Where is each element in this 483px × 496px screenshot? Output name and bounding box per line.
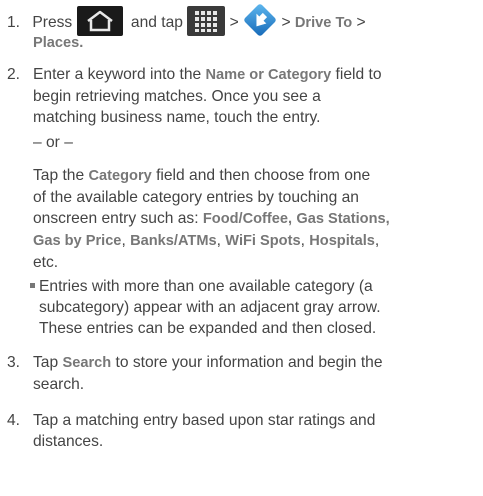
step-line: Enter a keyword into the Name or Categor…: [33, 64, 477, 86]
step-text: and tap: [130, 14, 183, 32]
home-icon: [76, 6, 123, 36]
step-text: to store your information and begin the: [111, 354, 383, 371]
step-line: Tap Search to store your information and…: [33, 352, 477, 374]
drive-to-label: Drive To: [294, 15, 353, 32]
step-4: 4. Tap a matching entry based upon star …: [7, 410, 477, 452]
instruction-page: 1. Press and tap > > Drive To > Places. …: [0, 0, 483, 496]
step-line: Tap the Category field and then choose f…: [33, 165, 477, 187]
places-label: Places.: [33, 35, 84, 51]
separator: >: [281, 14, 295, 32]
step-line: etc.: [33, 254, 59, 271]
navigation-app-icon: [243, 3, 277, 37]
category-wifi-spots: WiFi Spots: [225, 233, 301, 249]
step-text: Enter a keyword into the: [33, 66, 206, 83]
step-2-alternative: Tap the Category field and then choose f…: [7, 165, 477, 273]
step-line: search.: [33, 376, 85, 393]
step-text: field to: [331, 66, 382, 83]
step-text: Tap the: [33, 167, 89, 184]
separator: ,: [300, 232, 310, 249]
category-food-coffee: Food/Coffee,: [202, 211, 293, 227]
separator: >: [352, 14, 366, 32]
step-text: Tap: [33, 354, 63, 371]
bullet-text: Entries with more than one available cat…: [39, 278, 373, 295]
category-gas-stations: Gas Stations,: [296, 211, 390, 227]
bullet-line: subcategory) appear with an adjacent gra…: [39, 299, 381, 316]
separator: >: [229, 14, 239, 32]
bullet-line: Entries with more than one available cat…: [30, 276, 480, 297]
bullet-square-icon: [30, 282, 35, 288]
category-gas-by-price: Gas by Price: [33, 233, 122, 249]
places-label-line: Places.: [33, 32, 83, 54]
category-label: Category: [88, 168, 152, 184]
bullet-line: These entries can be expanded and then c…: [39, 320, 377, 337]
or-divider: – or –: [7, 132, 477, 153]
step-text: Press: [32, 14, 73, 32]
step-line: begin retrieving matches. Once you see a: [33, 88, 321, 105]
step-line: Gas by Price, Banks/ATMs, WiFi Spots, Ho…: [33, 232, 380, 249]
step-line: matching business name, touch the entry.: [33, 109, 321, 126]
step-line: of the available category entries by tou…: [33, 189, 359, 206]
separator: ,: [216, 232, 226, 249]
step-3: 3. Tap Search to store your information …: [7, 352, 477, 395]
name-or-category-label: Name or Category: [205, 67, 332, 83]
apps-grid-icon: [187, 6, 226, 36]
bullet-note: Entries with more than one available cat…: [30, 276, 480, 339]
step-number: 2.: [7, 66, 21, 83]
step-text: field and then choose from one: [151, 167, 371, 184]
step-line: distances.: [33, 433, 104, 450]
separator: ,: [121, 232, 131, 249]
step-line: Tap a matching entry based upon star rat…: [33, 412, 376, 429]
category-banks-atms: Banks/ATMs: [130, 233, 217, 249]
category-hospitals: Hospitals: [309, 233, 375, 249]
step-line: onscreen entry such as: Food/Coffee, Gas…: [33, 208, 477, 230]
step-number: 3.: [7, 354, 21, 371]
step-2: 2. Enter a keyword into the Name or Cate…: [7, 64, 477, 128]
step-text: onscreen entry such as:: [33, 210, 203, 227]
step-number: 4.: [7, 412, 21, 429]
step-number: 1.: [7, 14, 21, 32]
search-label: Search: [62, 355, 112, 371]
or-text: – or –: [33, 134, 73, 151]
